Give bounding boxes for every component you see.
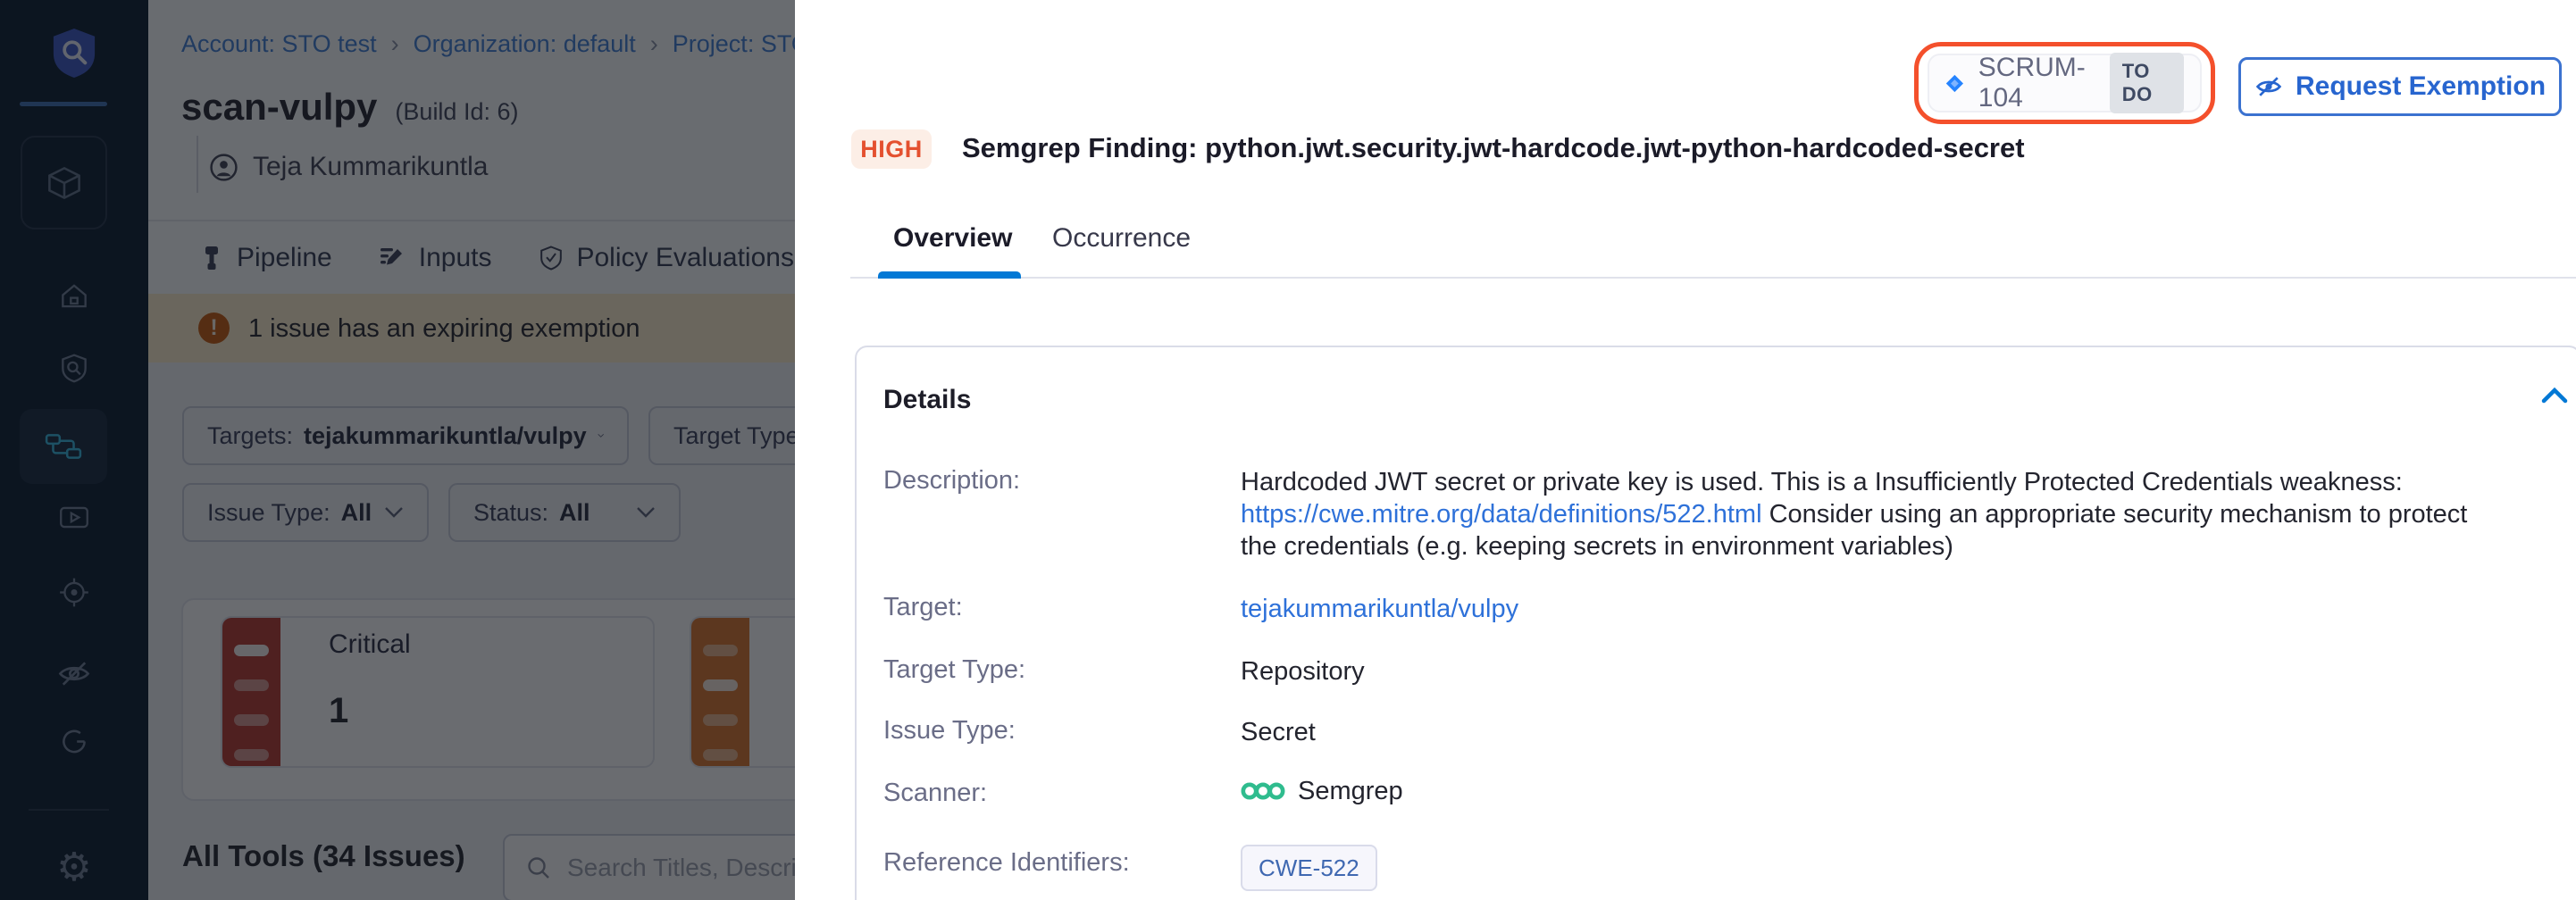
description-label: Description: [883,466,1020,496]
target-label: Target: [883,593,963,622]
cwe-definition-link[interactable]: https://cwe.mitre.org/data/definitions/5… [1241,500,1762,529]
jira-status-badge: TO DO [2110,53,2184,113]
jira-ticket-chip[interactable]: SCRUM-104 TO DO [1928,54,2202,112]
details-heading: Details [883,385,971,415]
finding-title: Semgrep Finding: python.jwt.security.jwt… [962,132,2025,164]
finding-detail-drawer: SCRUM-104 TO DO Request Exemption HIGH S… [795,0,2576,900]
jira-icon [1945,71,1964,96]
request-exemption-label: Request Exemption [2296,71,2546,102]
tabbar-divider [850,277,2576,279]
jira-ticket-key: SCRUM-104 [1978,53,2095,113]
description-text-pre: Hardcoded JWT secret or private key is u… [1241,468,2403,496]
scanner-name: Semgrep [1298,775,1403,807]
active-tab-underline [878,271,1021,279]
target-type-value: Repository [1241,655,1365,688]
description-value: Hardcoded JWT secret or private key is u… [1241,466,2509,562]
cwe-badge[interactable]: CWE-522 [1241,845,1377,891]
request-exemption-button[interactable]: Request Exemption [2238,57,2562,116]
target-type-label: Target Type: [883,655,1025,685]
issue-type-value: Secret [1241,716,1316,748]
eye-slash-icon [2254,72,2283,101]
tab-occurrence[interactable]: Occurrence [1052,223,1191,254]
tab-overview[interactable]: Overview [893,223,1012,254]
severity-badge-high: HIGH [851,129,932,169]
collapse-chevron-up-icon[interactable] [2541,387,2568,409]
details-card: Details Description: Hardcoded JWT secre… [855,346,2576,900]
target-value: tejakummarikuntla/vulpy [1241,593,1518,625]
scanner-label: Scanner: [883,779,987,808]
reference-identifiers-label: Reference Identifiers: [883,848,1130,878]
semgrep-logo-icon [1241,779,1285,804]
app-root: ⚙ Account: STO test › Organization: defa… [0,0,2576,900]
issue-type-label: Issue Type: [883,716,1016,746]
reference-identifiers-value: CWE-522 [1241,845,1377,891]
scanner-value: Semgrep [1241,775,1403,807]
target-link[interactable]: tejakummarikuntla/vulpy [1241,595,1518,623]
